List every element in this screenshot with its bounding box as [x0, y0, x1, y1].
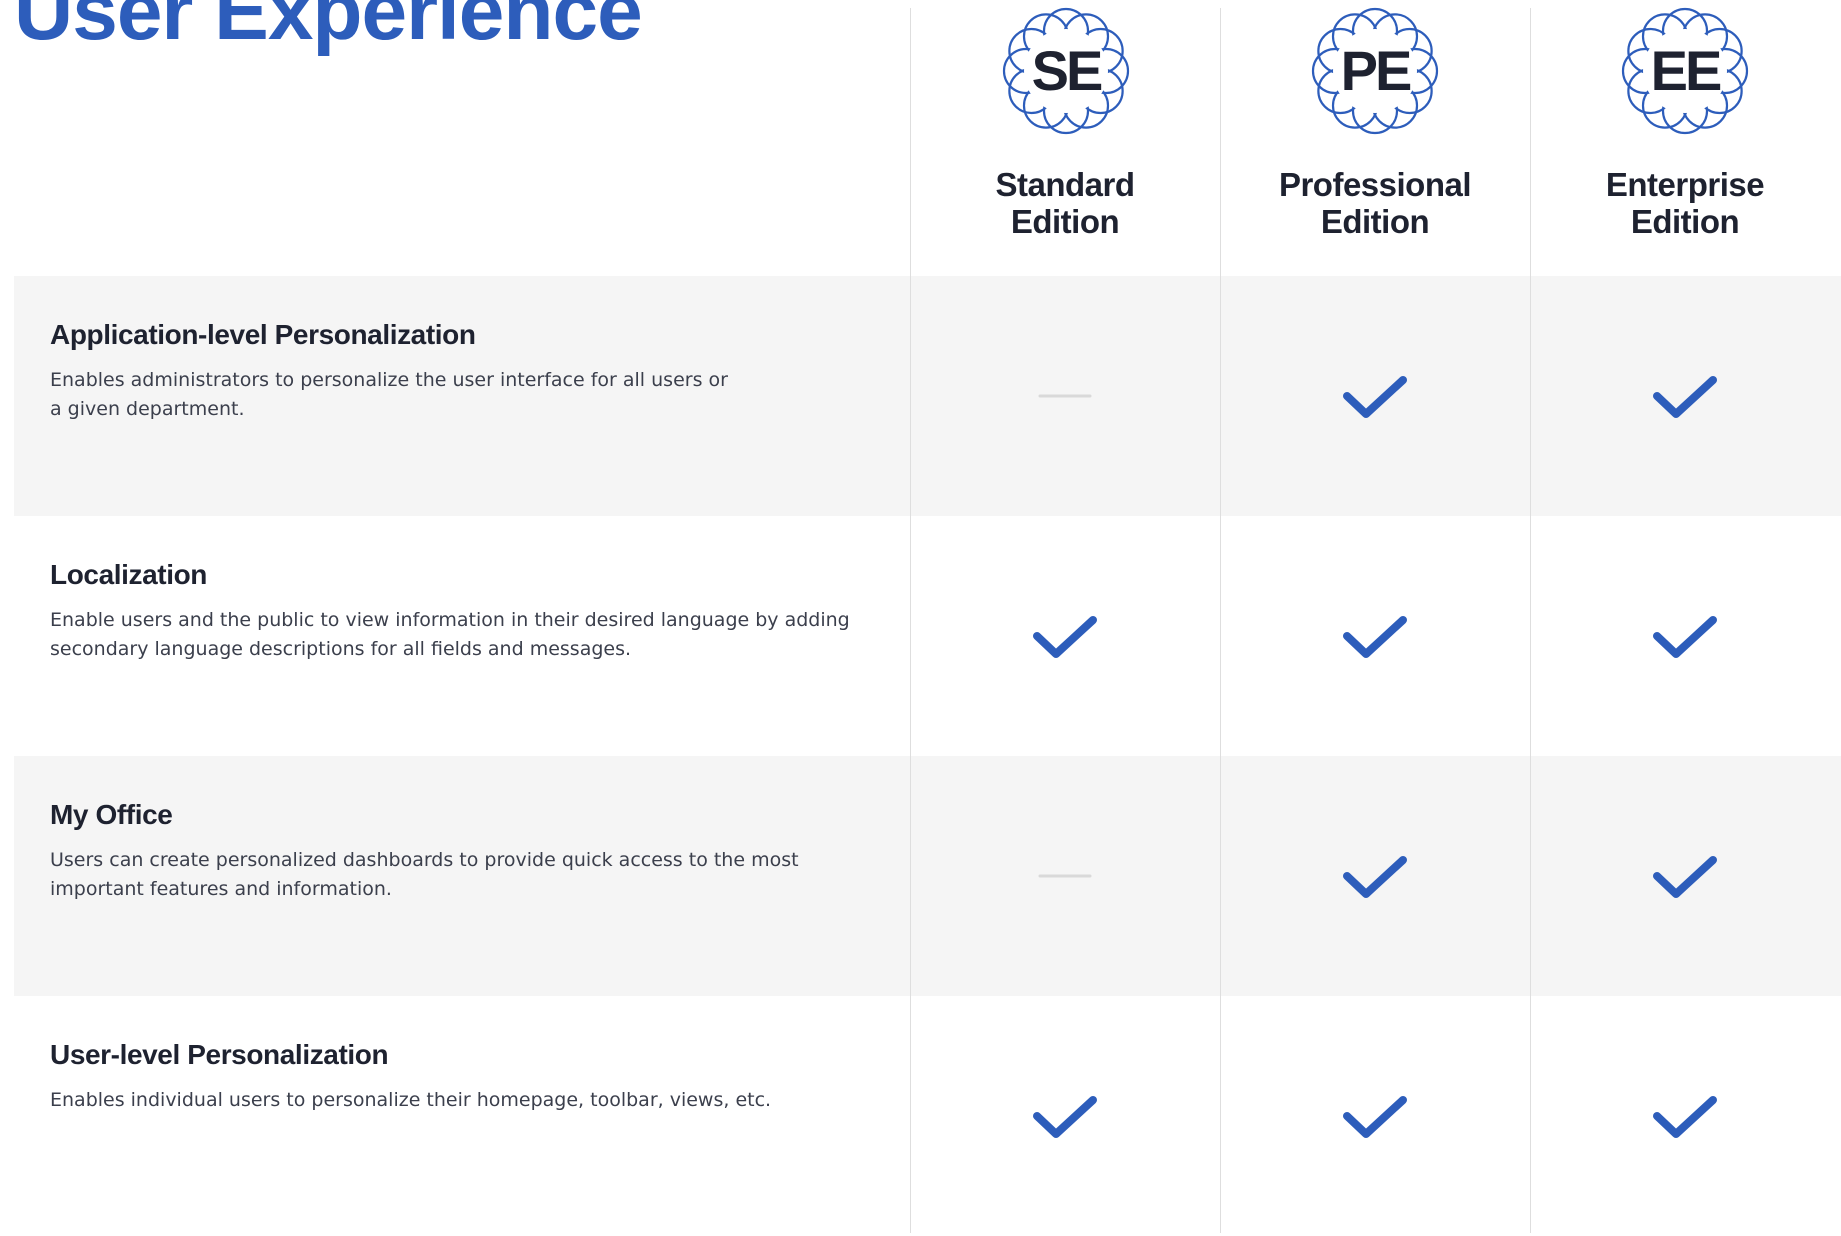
feature-description: Users can create personalized dashboards…: [50, 846, 799, 904]
feature-title: My Office: [50, 799, 173, 830]
edition-abbr: EE: [1650, 39, 1723, 102]
edition-badge: EE: [1618, 4, 1752, 138]
feature-title: Localization: [50, 559, 207, 590]
feature-title: Application-level Personalization: [50, 319, 476, 350]
feature-description-line: important features and information.: [50, 878, 392, 900]
edition-abbr: PE: [1340, 39, 1413, 102]
dash-icon: [1025, 366, 1105, 426]
edition-badge: SE: [999, 4, 1133, 138]
dash-icon: [1025, 846, 1105, 906]
edition-name-line: Professional: [1278, 166, 1472, 203]
feature-description: Enable users and the public to view info…: [50, 606, 850, 664]
feature-description-line: a given department.: [50, 398, 245, 420]
feature-title: User-level Personalization: [50, 1039, 389, 1070]
checkmark-icon: [1335, 846, 1415, 906]
page-title: User Experience: [14, 0, 643, 57]
checkmark-icon: [1335, 1086, 1415, 1146]
checkmark-icon: [1025, 1086, 1105, 1146]
edition-name-line: Edition: [1630, 203, 1740, 240]
checkmark-icon: [1645, 1086, 1725, 1146]
edition-name: Professional Edition: [1221, 166, 1529, 240]
edition-abbr: SE: [1031, 39, 1104, 102]
feature-description-line: Enable users and the public to view info…: [50, 609, 850, 631]
feature-description-line: secondary language descriptions for all …: [50, 638, 632, 660]
feature-row-band: [14, 996, 1841, 1236]
edition-name-line: Enterprise: [1605, 166, 1765, 203]
checkmark-icon: [1025, 606, 1105, 666]
feature-description: Enables administrators to personalize th…: [50, 366, 728, 424]
feature-description-line: Users can create personalized dashboards…: [50, 849, 799, 871]
edition-badge: PE: [1308, 4, 1442, 138]
checkmark-icon: [1645, 606, 1725, 666]
checkmark-icon: [1645, 366, 1725, 426]
edition-name: Enterprise Edition: [1531, 166, 1839, 240]
edition-name-line: Standard: [995, 166, 1135, 203]
edition-name: Standard Edition: [911, 166, 1219, 240]
edition-name-line: Edition: [1010, 203, 1120, 240]
feature-description-line: Enables administrators to personalize th…: [50, 369, 728, 391]
feature-description-line: Enables individual users to personalize …: [50, 1089, 772, 1111]
checkmark-icon: [1335, 606, 1415, 666]
feature-description: Enables individual users to personalize …: [50, 1086, 771, 1115]
edition-name-line: Edition: [1320, 203, 1430, 240]
checkmark-icon: [1645, 846, 1725, 906]
checkmark-icon: [1335, 366, 1415, 426]
